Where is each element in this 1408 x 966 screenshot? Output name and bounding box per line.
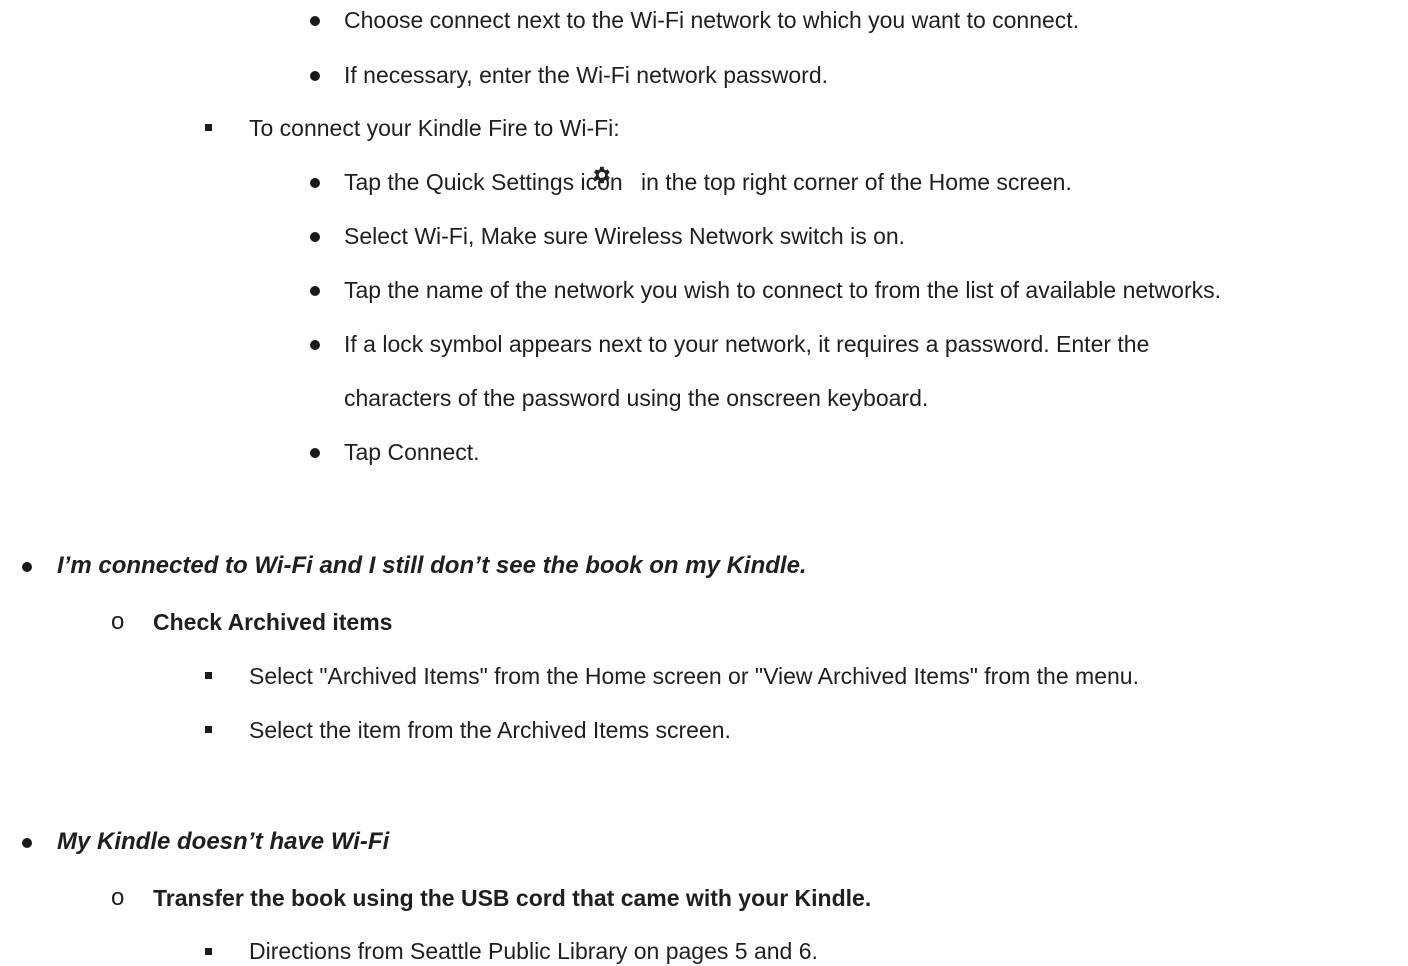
subsection-heading: Transfer the book using the USB cord tha… [153,885,872,911]
instruction-text: Tap the name of the network you wish to … [344,277,1222,303]
bullet-disc [310,448,320,458]
bullet-square [205,726,212,733]
bullet-disc [310,71,320,81]
bullet-disc [22,562,32,572]
bullet-square [205,672,212,679]
instruction-text: To connect your Kindle Fire to Wi-Fi: [249,115,620,141]
bullet-square [205,124,212,131]
bullet-square [205,948,212,955]
bullet-disc [310,178,320,188]
bullet-disc [310,232,320,242]
bullet-circle: o [111,608,125,635]
section-heading: My Kindle doesn’t have Wi-Fi [57,828,390,855]
bullet-disc [310,16,320,26]
section-heading: I’m connected to Wi-Fi and I still don’t… [57,552,807,579]
instruction-text: Choose connect next to the Wi-Fi network… [344,7,1080,33]
bullet-disc [310,286,320,296]
bullet-circle: o [111,884,125,911]
instruction-text: Directions from Seattle Public Library o… [249,938,818,964]
instruction-text: in the top right corner of the Home scre… [641,169,1072,195]
instruction-text: If a lock symbol appears next to your ne… [344,331,1150,357]
bullet-disc [22,838,32,848]
instruction-text: Select the item from the Archived Items … [249,717,731,743]
instruction-text: Tap Connect. [344,439,480,465]
gear-icon [594,166,610,184]
instruction-text-continued: characters of the password using the ons… [344,385,929,411]
instruction-text: If necessary, enter the Wi-Fi network pa… [344,62,829,88]
instruction-text: Tap the Quick Settings icon [344,169,623,195]
instruction-text: Select Wi-Fi, Make sure Wireless Network… [344,223,906,249]
instruction-text: Select "Archived Items" from the Home sc… [249,663,1139,689]
bullet-disc [310,340,320,350]
subsection-heading: Check Archived items [153,609,393,635]
